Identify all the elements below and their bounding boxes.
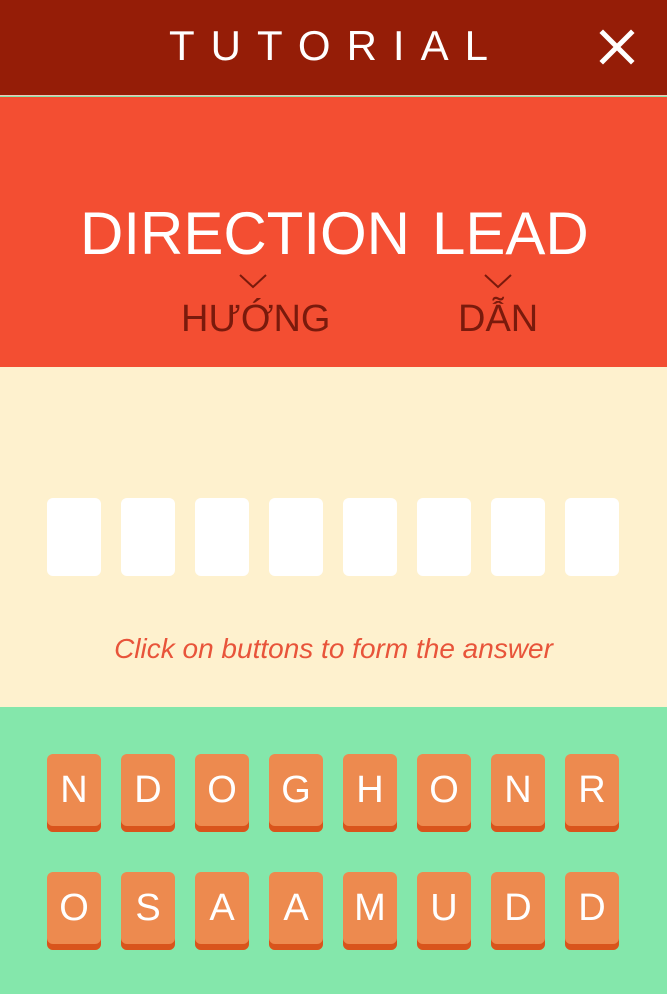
letter-button[interactable]: A	[269, 872, 323, 950]
question-panel: DIRECTION LEAD HƯỚNG DẪN	[0, 97, 667, 367]
answer-slot[interactable]	[269, 498, 323, 576]
letter-button[interactable]: S	[121, 872, 175, 950]
letter-button[interactable]: N	[491, 754, 545, 832]
meaning-word-1: HƯỚNG	[181, 298, 331, 340]
letter-keyboard: N D O G H O N R O S A A M U D D	[0, 707, 667, 994]
letter-button[interactable]: H	[343, 754, 397, 832]
answer-slot[interactable]	[195, 498, 249, 576]
question-word-2: LEAD	[432, 200, 589, 267]
answer-slot[interactable]	[343, 498, 397, 576]
letter-button[interactable]: D	[121, 754, 175, 832]
close-icon	[599, 29, 635, 65]
letter-button[interactable]: O	[417, 754, 471, 832]
letter-button[interactable]: G	[269, 754, 323, 832]
answer-slot[interactable]	[565, 498, 619, 576]
answer-slot[interactable]	[491, 498, 545, 576]
letter-button[interactable]: R	[565, 754, 619, 832]
answer-slot[interactable]	[417, 498, 471, 576]
meaning-word-2: DẪN	[458, 298, 539, 340]
chevron-down-icon	[238, 273, 268, 289]
close-button[interactable]	[594, 24, 640, 70]
letter-button[interactable]: U	[417, 872, 471, 950]
letter-button[interactable]: M	[343, 872, 397, 950]
page-title: TUTORIAL	[169, 22, 504, 69]
instruction-text: Click on buttons to form the answer	[114, 633, 553, 664]
letter-button[interactable]: N	[47, 754, 101, 832]
chevron-down-icon	[483, 273, 513, 289]
letter-button[interactable]: D	[491, 872, 545, 950]
answer-slot[interactable]	[121, 498, 175, 576]
question-word-1: DIRECTION	[80, 200, 410, 267]
letter-button[interactable]: A	[195, 872, 249, 950]
answer-slot[interactable]	[47, 498, 101, 576]
header-bar: TUTORIAL	[0, 0, 667, 96]
letter-button[interactable]: O	[195, 754, 249, 832]
answer-area: Click on buttons to form the answer	[0, 367, 667, 707]
letter-button[interactable]: D	[565, 872, 619, 950]
letter-button[interactable]: O	[47, 872, 101, 950]
